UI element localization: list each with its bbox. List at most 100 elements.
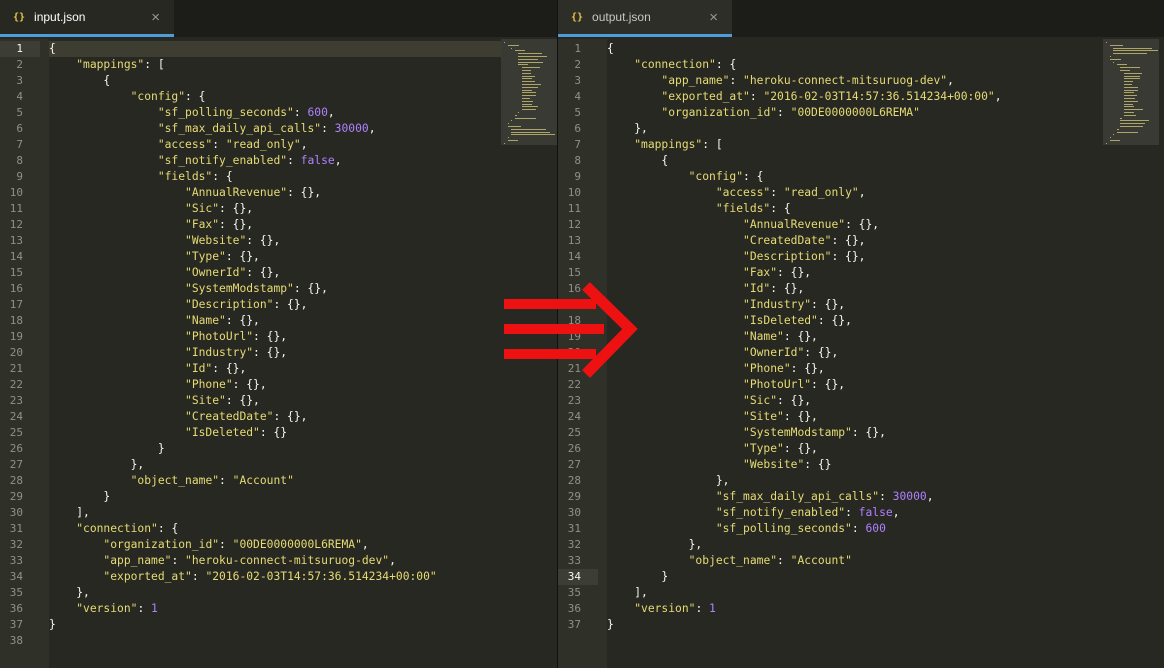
code-line[interactable]: "access": "read_only", — [49, 137, 308, 153]
code-line[interactable]: "OwnerId": {}, — [607, 345, 838, 361]
code-line[interactable]: "connection": { — [49, 521, 178, 537]
code-line[interactable]: "exported_at": "2016-02-03T14:57:36.5142… — [49, 569, 436, 585]
code-line[interactable]: { — [49, 73, 110, 89]
code-line[interactable]: "mappings": [ — [49, 57, 164, 73]
code-punctuation: }, — [607, 538, 703, 551]
code-area[interactable]: { "mappings": [ { "config": { "sf_pollin… — [49, 39, 557, 668]
minimap-line — [1113, 50, 1158, 52]
code-line[interactable]: "SystemModstamp": {}, — [607, 425, 886, 441]
code-line[interactable]: "sf_max_daily_api_calls": 30000, — [607, 489, 934, 505]
code-line[interactable]: "Type": {}, — [607, 441, 818, 457]
code-area[interactable]: { "connection": { "app_name": "heroku-co… — [607, 39, 1164, 668]
code-line[interactable]: "version": 1 — [49, 601, 158, 617]
code-line[interactable]: "app_name": "heroku-connect-mitsuruog-de… — [49, 553, 395, 569]
minimap-line — [1113, 61, 1115, 63]
code-punctuation: { — [607, 154, 669, 167]
code-line[interactable]: "object_name": "Account" — [49, 473, 294, 489]
code-line[interactable]: "Website": {}, — [49, 233, 280, 249]
code-punctuation — [607, 410, 743, 423]
code-line[interactable]: "organization_id": "00DE0000000L6REMA" — [607, 105, 919, 121]
code-line[interactable]: "Sic": {}, — [49, 201, 253, 217]
code-line[interactable]: }, — [607, 121, 648, 137]
code-line[interactable]: "OwnerId": {}, — [49, 265, 280, 281]
minimap-line — [518, 112, 520, 113]
code-editor[interactable]: 1 2 3 4 5 6 7 8 9 10 11 12 13 14 15 16 17 18 19 20 21 22 23 24 2… — [558, 39, 1164, 668]
code-line[interactable]: "connection": { — [607, 57, 736, 73]
code-line[interactable]: "Industry": {}, — [607, 297, 845, 313]
code-line[interactable]: }, — [49, 585, 90, 601]
code-line[interactable]: "sf_polling_seconds": 600 — [607, 521, 886, 537]
tab-input-json[interactable]: {} input.json × — [0, 0, 174, 37]
code-line[interactable]: "version": 1 — [607, 601, 716, 617]
code-line[interactable]: } — [49, 617, 56, 633]
code-line[interactable]: ], — [49, 505, 90, 521]
code-line[interactable]: "app_name": "heroku-connect-mitsuruog-de… — [607, 73, 953, 89]
code-line[interactable]: "organization_id": "00DE0000000L6REMA", — [49, 537, 368, 553]
code-line[interactable]: "access": "read_only", — [607, 185, 866, 201]
minimap-line — [518, 61, 543, 63]
code-line[interactable]: "Type": {}, — [49, 249, 260, 265]
code-line[interactable]: "Description": {}, — [607, 249, 865, 265]
code-line[interactable]: { — [49, 41, 56, 57]
code-line[interactable]: "AnnualRevenue": {}, — [607, 217, 879, 233]
code-editor[interactable]: 1 2 3 4 5 6 7 8 9 10 11 12 13 14 15 16 17 18 19 20 21 22 23 24 2… — [0, 39, 557, 668]
code-punctuation: ], — [607, 586, 648, 599]
code-line[interactable]: "Id": {}, — [49, 361, 246, 377]
code-punctuation: , — [926, 490, 934, 503]
code-line[interactable]: ], — [607, 585, 648, 601]
code-line[interactable]: } — [607, 569, 668, 585]
code-line[interactable]: "Name": {}, — [49, 313, 260, 329]
code-line[interactable]: "config": { — [49, 89, 206, 105]
code-line[interactable]: "mappings": [ — [607, 137, 723, 153]
code-line[interactable]: "IsDeleted": {}, — [607, 313, 852, 329]
code-line[interactable]: "Site": {}, — [607, 409, 818, 425]
close-icon[interactable]: × — [151, 9, 160, 26]
code-line[interactable]: } — [607, 617, 614, 633]
code-punctuation — [49, 362, 185, 375]
code-line[interactable]: "object_name": "Account" — [607, 553, 852, 569]
code-line[interactable]: "sf_notify_enabled": false, — [607, 505, 900, 521]
code-line[interactable]: "sf_notify_enabled": false, — [49, 153, 342, 169]
code-line[interactable]: }, — [607, 473, 730, 489]
code-line[interactable]: "exported_at": "2016-02-03T14:57:36.5142… — [607, 89, 1001, 105]
line-number: 11 — [9, 202, 23, 215]
code-line[interactable]: "fields": { — [607, 201, 791, 217]
code-line[interactable]: "SystemModstamp": {}, — [49, 281, 328, 297]
code-line[interactable]: "Description": {}, — [49, 297, 307, 313]
code-line[interactable]: "PhotoUrl": {}, — [607, 377, 845, 393]
code-line[interactable]: "Phone": {}, — [49, 377, 267, 393]
code-line[interactable]: "Website": {} — [607, 457, 831, 473]
code-line[interactable]: "PhotoUrl": {}, — [49, 329, 287, 345]
code-line[interactable]: }, — [49, 457, 145, 473]
code-line[interactable]: "Fax": {}, — [49, 217, 253, 233]
code-punctuation: : [ — [702, 138, 723, 151]
code-token: "Account" — [790, 554, 852, 567]
code-line[interactable]: { — [607, 41, 614, 57]
code-line[interactable]: "Name": {}, — [607, 329, 818, 345]
code-line[interactable]: "fields": { — [49, 169, 233, 185]
code-line[interactable]: "Fax": {}, — [607, 265, 811, 281]
minimap[interactable] — [501, 39, 557, 145]
code-line[interactable]: }, — [607, 537, 703, 553]
code-line[interactable]: { — [607, 153, 668, 169]
code-line[interactable]: "sf_polling_seconds": 600, — [49, 105, 335, 121]
minimap-line — [522, 70, 531, 71]
tab-output-json[interactable]: {} output.json × — [558, 0, 732, 37]
code-token: "IsDeleted" — [185, 426, 260, 439]
code-line[interactable]: } — [49, 441, 165, 457]
code-line[interactable]: "config": { — [607, 169, 764, 185]
code-line[interactable]: "IsDeleted": {} — [49, 425, 287, 441]
code-line[interactable]: "Sic": {}, — [607, 393, 811, 409]
code-line[interactable]: "sf_max_daily_api_calls": 30000, — [49, 121, 376, 137]
minimap[interactable] — [1103, 39, 1159, 145]
code-line[interactable]: "CreatedDate": {}, — [49, 409, 307, 425]
code-line[interactable]: } — [49, 489, 110, 505]
line-number: 7 — [574, 138, 581, 151]
code-line[interactable]: "Id": {}, — [607, 281, 804, 297]
code-line[interactable]: "AnnualRevenue": {}, — [49, 185, 321, 201]
code-line[interactable]: "Site": {}, — [49, 393, 260, 409]
code-line[interactable]: "CreatedDate": {}, — [607, 233, 865, 249]
close-icon[interactable]: × — [709, 9, 718, 26]
code-line[interactable]: "Phone": {}, — [607, 361, 825, 377]
code-line[interactable]: "Industry": {}, — [49, 345, 287, 361]
